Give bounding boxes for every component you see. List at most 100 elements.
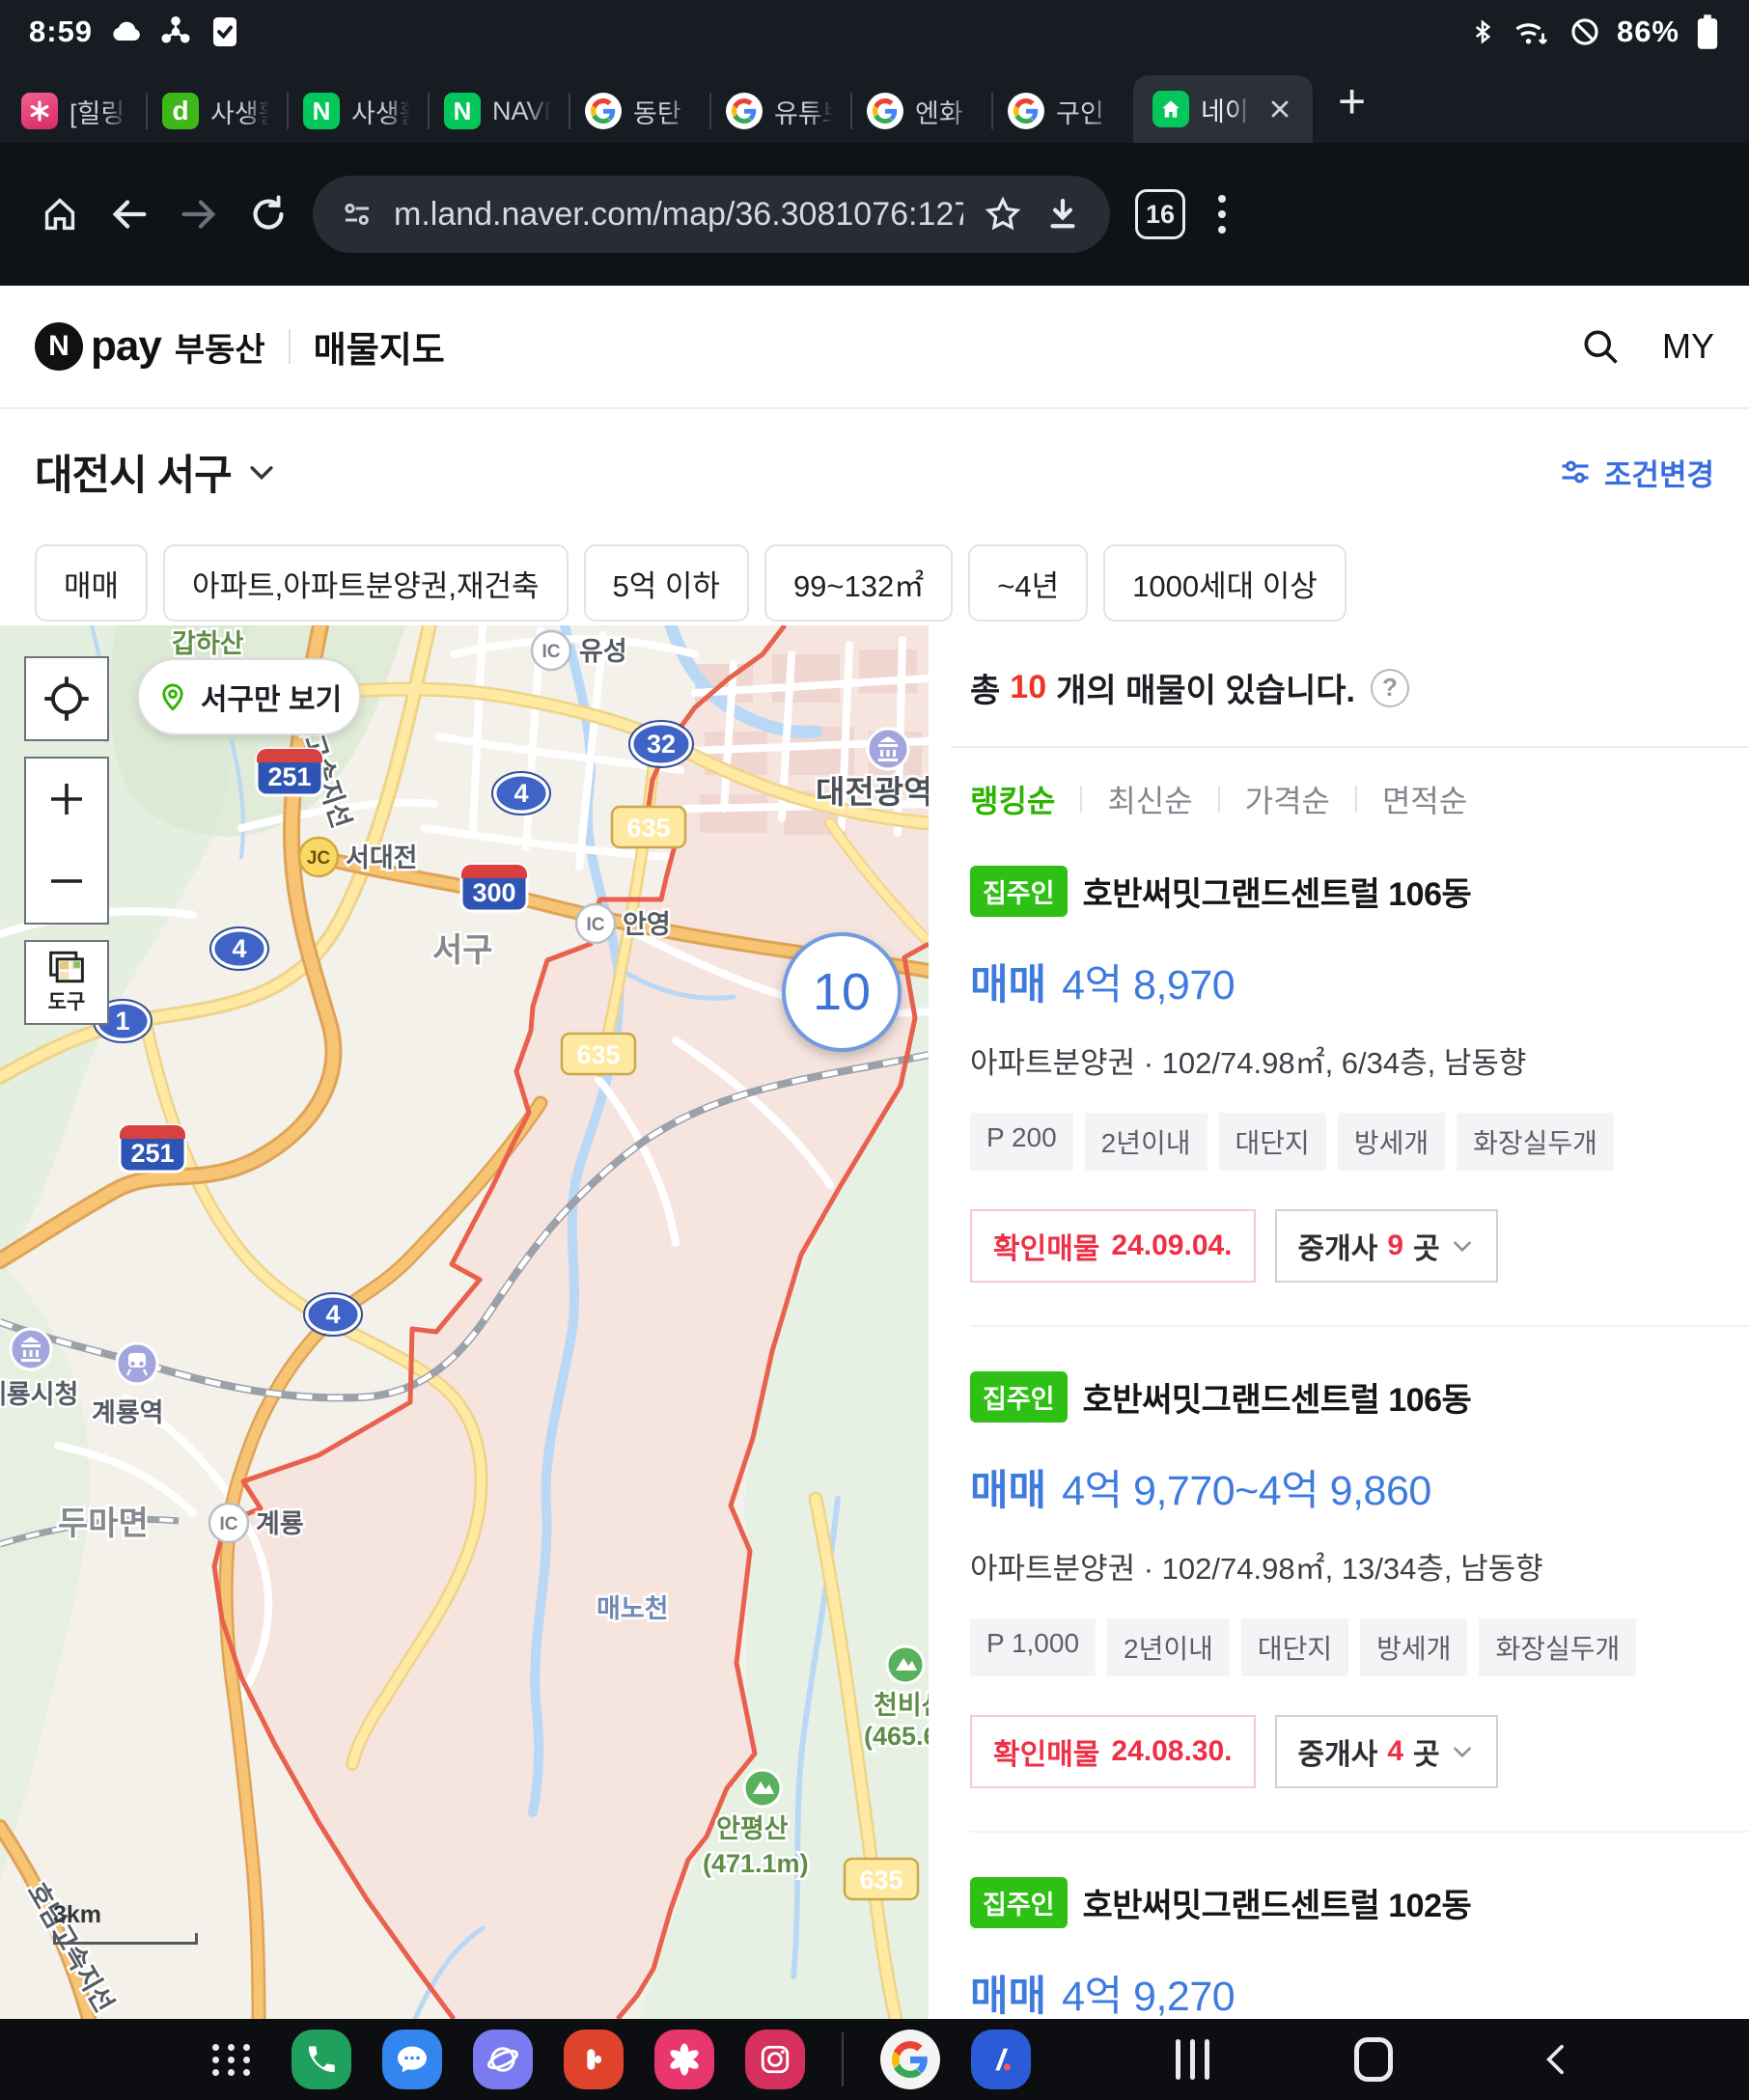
home-key[interactable]: [1354, 2037, 1393, 2082]
sort-options: 랭킹순 최신순 가격순 면적순: [970, 777, 1749, 821]
ic-yuseong-marker: IC 유성: [532, 631, 627, 670]
search-icon[interactable]: [1579, 325, 1622, 368]
filter-chip-price[interactable]: 5억 이하: [584, 544, 749, 622]
expwy-251-shield-b: 251: [120, 1125, 185, 1172]
listing-title[interactable]: 호반써밋그랜드센트럴 106동: [1083, 1373, 1472, 1421]
samsung-internet-app-icon[interactable]: [473, 2030, 533, 2089]
svg-text:32: 32: [647, 730, 676, 759]
naver-pay-logo-icon[interactable]: N: [35, 322, 83, 371]
agents-dropdown[interactable]: 중개사 4 곳: [1275, 1715, 1498, 1788]
agent-count: 4: [1387, 1735, 1403, 1768]
tab-privacy-2[interactable]: N 사생활: [288, 79, 429, 143]
listing-card[interactable]: 집주인 호반써밋그랜드센트럴 102동 매매 4억 9,270 아파트분양권 ·…: [970, 1833, 1749, 2019]
tab-naver-land-active[interactable]: 네이: [1133, 75, 1313, 143]
back-key[interactable]: [1538, 2040, 1576, 2079]
logo-pay-text[interactable]: pay: [91, 322, 161, 371]
tab-jobs[interactable]: 구인: [992, 79, 1133, 143]
tag: 방세개: [1338, 1113, 1445, 1171]
back-button[interactable]: [95, 180, 164, 249]
svg-text:4: 4: [232, 934, 246, 963]
download-icon[interactable]: [1042, 194, 1083, 235]
tab-youtube[interactable]: 유튜브: [710, 79, 851, 143]
layers-icon: [47, 950, 86, 984]
district-map[interactable]: 갑하산 (468.7m) IC 유성 32: [0, 625, 929, 2019]
smartthings-icon: [158, 14, 193, 49]
help-icon[interactable]: ?: [1371, 669, 1409, 707]
zoom-in-button[interactable]: [24, 757, 109, 842]
condition-change-button[interactable]: 조건변경: [1558, 451, 1714, 494]
sort-newest[interactable]: 최신순: [1107, 777, 1192, 821]
owner-badge: 집주인: [970, 1371, 1068, 1423]
route-4-shield-b: 4: [210, 927, 268, 970]
forward-button[interactable]: [164, 180, 234, 249]
map-tools-label: 도구: [48, 986, 86, 1015]
current-location-button[interactable]: [24, 656, 109, 741]
agent-count: 9: [1387, 1230, 1403, 1262]
messages-app-icon[interactable]: [382, 2030, 442, 2089]
svg-text:계룡: 계룡: [256, 1509, 304, 1538]
listing-title[interactable]: 호반써밋그랜드센트럴 102동: [1083, 1879, 1472, 1926]
confirmed-listing-box: 확인매물 24.08.30.: [970, 1715, 1256, 1788]
filter-chip-age[interactable]: ~4년: [968, 544, 1088, 622]
site-header: N pay 부동산 매물지도 MY: [0, 286, 1749, 409]
listing-cluster-marker[interactable]: 10: [782, 932, 902, 1052]
price: 4억 9,770~4억 9,860: [1062, 1457, 1431, 1517]
close-tab-icon[interactable]: [1266, 96, 1293, 123]
tab-privacy-1[interactable]: d 사생활: [147, 79, 288, 143]
recents-key[interactable]: [1176, 2039, 1209, 2080]
listing-title[interactable]: 호반써밋그랜드센트럴 106동: [1083, 868, 1472, 915]
agent-unit: 곳: [1413, 1730, 1440, 1773]
svg-text:IC: IC: [220, 1514, 238, 1534]
flower-app-icon[interactable]: [654, 2030, 714, 2089]
map-tools-button[interactable]: 도구: [24, 940, 109, 1025]
google-app-icon[interactable]: [880, 2030, 940, 2089]
logo-section-text[interactable]: 부동산: [175, 323, 265, 371]
zoom-out-button[interactable]: [24, 840, 109, 925]
tab-dongtan[interactable]: 동탄: [569, 79, 710, 143]
battery-percent: 86%: [1617, 14, 1680, 49]
my-menu[interactable]: MY: [1662, 326, 1714, 367]
phone-app-icon[interactable]: [292, 2030, 351, 2089]
tab-title: 네이: [1201, 91, 1255, 128]
divider: [951, 746, 1749, 748]
dock-divider: [842, 2032, 844, 2086]
expwy-300-shield: 300: [461, 865, 527, 911]
map-label-maenocheon: 매노천: [597, 1594, 669, 1623]
camera-app-icon[interactable]: [745, 2030, 805, 2089]
filter-chip-trade[interactable]: 매매: [35, 544, 148, 622]
tab-count-button[interactable]: 16: [1135, 189, 1185, 239]
app-drawer-icon[interactable]: [212, 2044, 253, 2076]
tab-yen[interactable]: 엔화: [851, 79, 992, 143]
chevron-down-icon[interactable]: [245, 456, 278, 488]
tag: 방세개: [1360, 1618, 1467, 1676]
map-canvas: 갑하산 (468.7m) IC 유성 32: [0, 625, 929, 2019]
site-settings-icon[interactable]: [340, 197, 375, 232]
ic-anyeong-marker: IC 안영: [576, 904, 671, 943]
daum-favicon: d: [162, 93, 199, 129]
new-tab-button[interactable]: +: [1338, 77, 1366, 125]
listing-card[interactable]: 집주인 호반써밋그랜드센트럴 106동 매매 4억 8,970 아파트분양권 ·…: [970, 821, 1749, 1327]
reload-button[interactable]: [234, 180, 303, 249]
agents-dropdown[interactable]: 중개사 9 곳: [1275, 1209, 1498, 1283]
filter-chip-type[interactable]: 아파트,아파트분양권,재건축: [163, 544, 568, 622]
filter-chip-households[interactable]: 1000세대 이상: [1103, 544, 1346, 622]
listing-card[interactable]: 집주인 호반써밋그랜드센트럴 106동 매매 4억 9,770~4억 9,860…: [970, 1327, 1749, 1833]
district-only-button[interactable]: 서구만 보기: [137, 658, 361, 735]
url-text[interactable]: m.land.naver.com/map/36.3081076:127.382: [394, 196, 963, 234]
blue-app-icon[interactable]: [971, 2030, 1031, 2089]
sort-price[interactable]: 가격순: [1245, 777, 1330, 821]
sort-area[interactable]: 면적순: [1382, 777, 1467, 821]
browser-menu-icon[interactable]: [1218, 195, 1226, 234]
route-32-shield: 32: [629, 721, 693, 767]
region-selector[interactable]: 대전시 서구: [35, 442, 232, 502]
bookmark-star-icon[interactable]: [983, 194, 1023, 235]
sort-ranking[interactable]: 랭킹순: [970, 777, 1055, 821]
home-button[interactable]: [25, 180, 95, 249]
filter-chip-area[interactable]: 99~132㎡: [764, 544, 953, 622]
url-bar[interactable]: m.land.naver.com/map/36.3081076:127.382: [313, 176, 1110, 253]
tab-healing[interactable]: [힐링: [6, 79, 147, 143]
trade-type: 매매: [970, 952, 1046, 1011]
tab-title: NAVER: [492, 97, 554, 126]
tab-naver[interactable]: N NAVER: [429, 79, 569, 143]
red-app-icon[interactable]: [564, 2030, 624, 2089]
